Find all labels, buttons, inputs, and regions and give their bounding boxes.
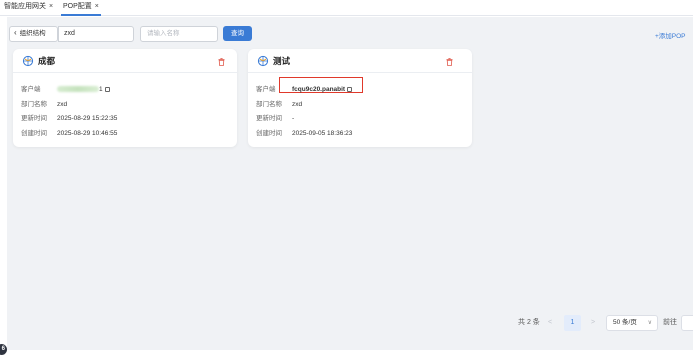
- department-row: 部门名称 zxd: [21, 98, 67, 108]
- trash-icon[interactable]: [218, 58, 225, 66]
- created-value: 2025-09-05 18:36:23: [292, 130, 353, 137]
- page-size-value: 50 条/页: [613, 319, 637, 326]
- goto-label: 前往: [663, 319, 677, 326]
- filter-toolbar: ‹ 组织结构 zxd 请输入名称 查询 +添加POP: [7, 17, 693, 47]
- trash-icon[interactable]: [446, 58, 453, 66]
- next-page-button[interactable]: >: [591, 315, 595, 331]
- close-icon[interactable]: ×: [95, 3, 99, 10]
- tab-smart-gateway[interactable]: 智能应用网关 ×: [4, 0, 53, 15]
- client-domain-value: fcqu9c20.panabit: [292, 86, 346, 93]
- field-label: 更新时间: [21, 115, 47, 122]
- chevron-down-icon: ∨: [647, 320, 652, 326]
- tab-pop-config[interactable]: POP配置 ×: [61, 0, 101, 16]
- main-content: ‹ 组织结构 zxd 请输入名称 查询 +添加POP 成都 客户端 1 部门名称 zx…: [7, 17, 693, 350]
- add-pop-button[interactable]: +添加POP: [655, 30, 686, 40]
- field-label: 创建时间: [21, 130, 47, 137]
- client-row: 客户端 1: [21, 83, 110, 93]
- pagination-total: 共 2 条: [518, 319, 540, 326]
- department-value: zxd: [292, 101, 303, 108]
- created-row: 创建时间 2025-08-29 10:46:55: [21, 127, 117, 137]
- updated-row: 更新时间 2025-08-29 15:22:35: [21, 112, 117, 122]
- card-title: 成都: [38, 56, 56, 66]
- page-size-select[interactable]: 50 条/页 ∨: [606, 315, 658, 331]
- chevron-left-icon: ‹: [14, 28, 17, 37]
- org-input[interactable]: zxd: [58, 26, 134, 42]
- query-button[interactable]: 查询: [223, 26, 252, 41]
- pop-card: 测试 客户端 fcqu9c20.panabit 部门名称 zxd 更新时间 - 创建时…: [248, 49, 472, 147]
- floating-badge[interactable]: 6: [0, 344, 7, 355]
- pop-node-icon: [22, 55, 34, 67]
- client-value: 1: [99, 86, 103, 93]
- tab-label: 智能应用网关: [4, 3, 46, 10]
- department-row: 部门名称 zxd: [256, 98, 302, 108]
- updated-value: -: [292, 115, 295, 122]
- field-label: 更新时间: [256, 115, 282, 122]
- page-number-current[interactable]: 1: [564, 315, 581, 331]
- tab-label: POP配置: [63, 3, 92, 10]
- goto-page-input[interactable]: [681, 315, 693, 331]
- field-label: 部门名称: [21, 101, 47, 108]
- org-structure-button[interactable]: ‹ 组织结构: [9, 26, 58, 42]
- client-row: 客户端 fcqu9c20.panabit: [256, 83, 353, 93]
- org-structure-label: 组织结构: [19, 30, 46, 37]
- card-header: 成都: [13, 49, 237, 73]
- name-search-input[interactable]: 请输入名称: [140, 26, 218, 42]
- card-title: 测试: [273, 56, 291, 66]
- card-header: 测试: [248, 49, 472, 73]
- prev-page-button[interactable]: <: [548, 315, 552, 331]
- created-row: 创建时间 2025-09-05 18:36:23: [256, 127, 352, 137]
- pop-card: 成都 客户端 1 部门名称 zxd 更新时间 2025-08-29 15:22:35 …: [13, 49, 237, 147]
- pop-node-icon: [257, 55, 269, 67]
- field-label: 客户端: [256, 86, 276, 93]
- field-label: 部门名称: [256, 101, 282, 108]
- updated-row: 更新时间 -: [256, 112, 294, 122]
- field-label: 客户端: [21, 86, 41, 93]
- close-icon[interactable]: ×: [49, 3, 53, 10]
- updated-value: 2025-08-29 15:22:35: [57, 115, 118, 122]
- blurred-client-value: [57, 86, 99, 93]
- created-value: 2025-08-29 10:46:55: [57, 130, 118, 137]
- copy-icon[interactable]: [347, 86, 353, 92]
- field-label: 创建时间: [256, 130, 282, 137]
- tab-bar: 智能应用网关 × POP配置 ×: [0, 0, 693, 16]
- copy-icon[interactable]: [104, 86, 110, 92]
- department-value: zxd: [57, 101, 68, 108]
